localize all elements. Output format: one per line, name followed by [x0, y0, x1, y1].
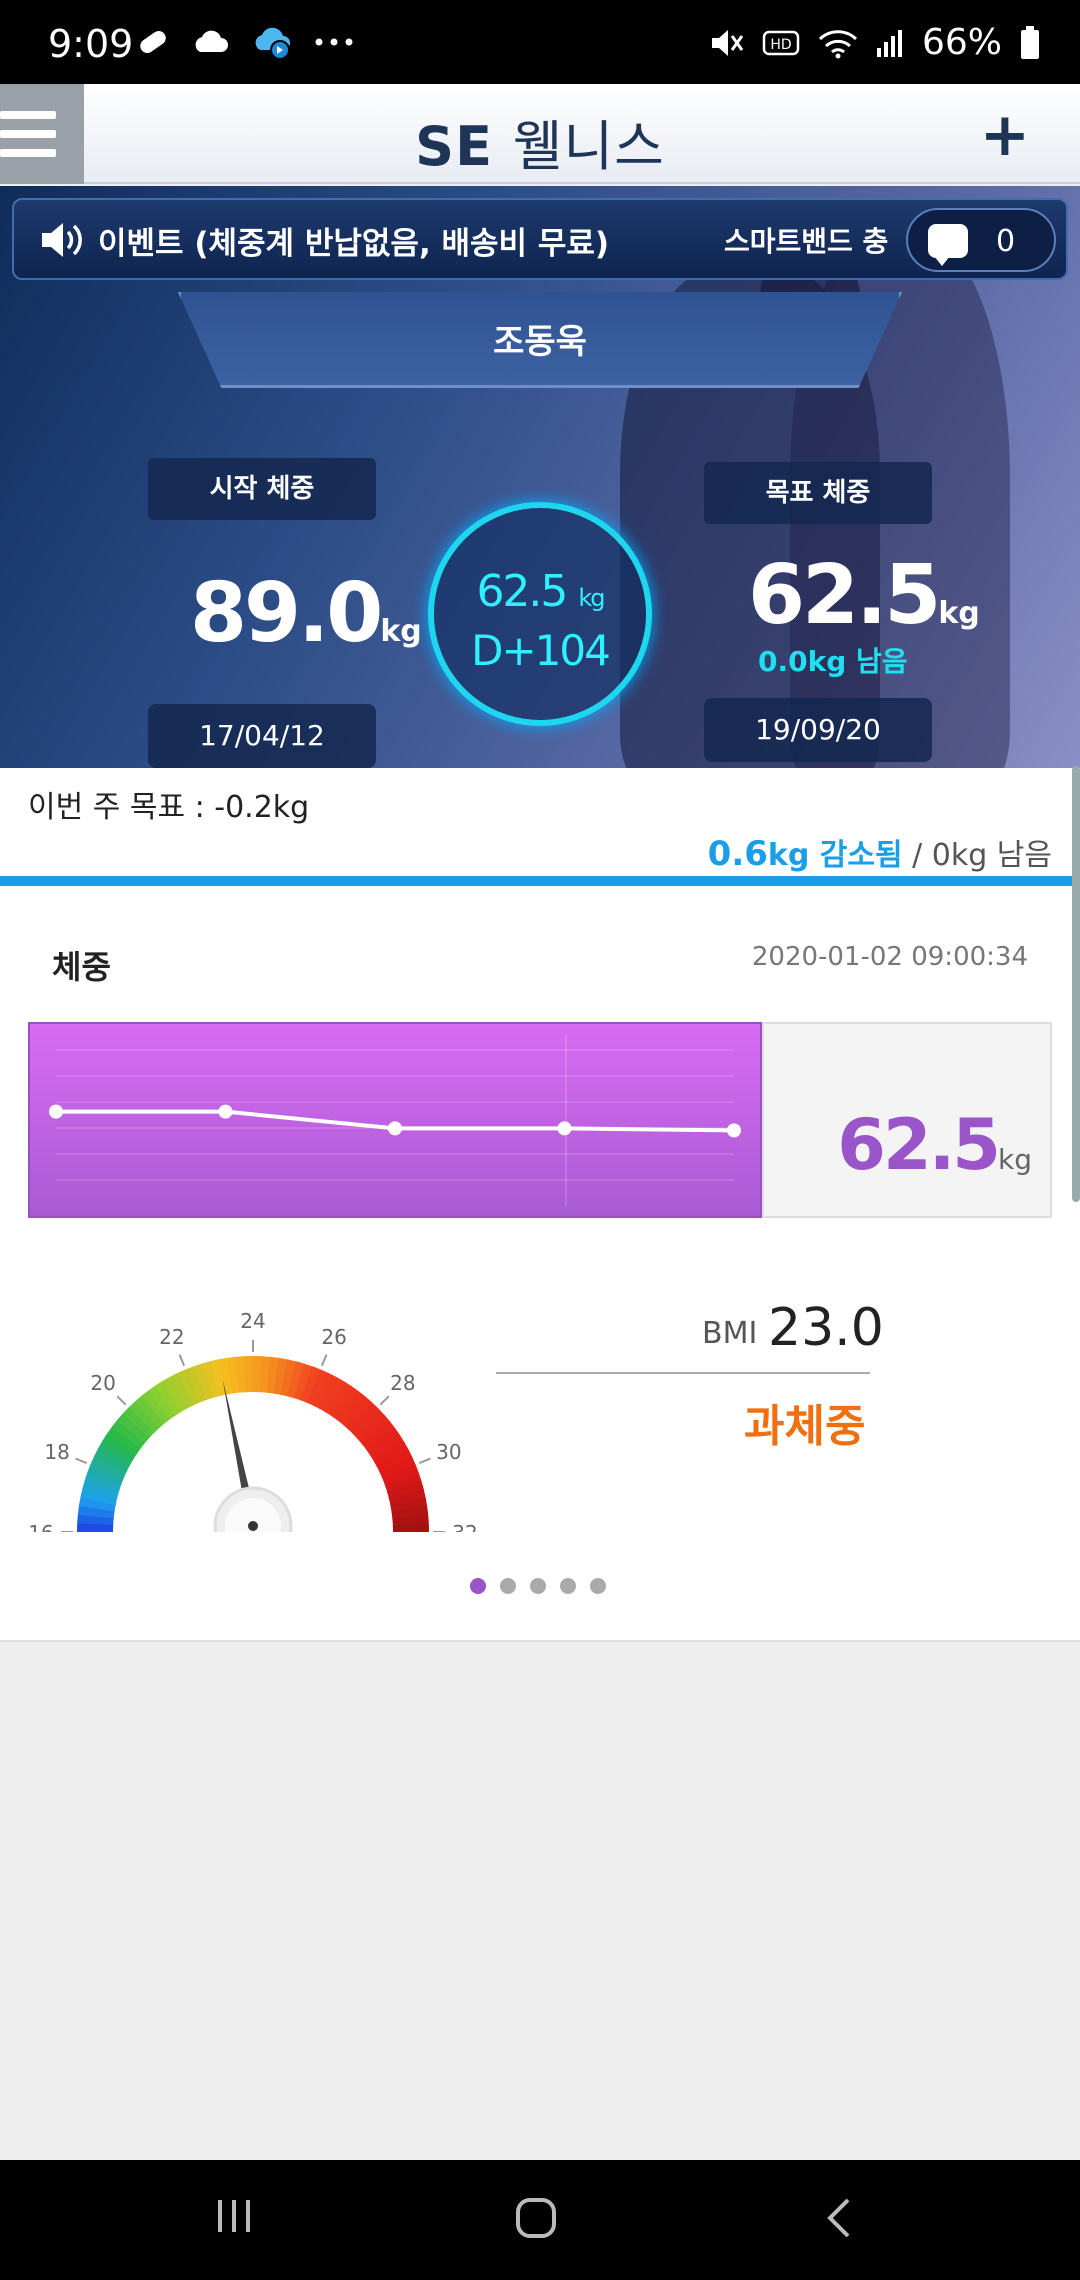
navigation-bar: [0, 2160, 1080, 2280]
start-weight-unit: kg: [380, 614, 422, 649]
goal-weight-unit: kg: [938, 596, 980, 631]
pill-icon: [140, 30, 166, 54]
gauge-tick-label: 30: [436, 1440, 461, 1464]
weekly-progress-bar: [0, 876, 1080, 886]
cloud-icon: [195, 30, 228, 52]
current-weight-number: 62.5: [476, 566, 568, 617]
gauge-tick-label: 18: [44, 1440, 69, 1464]
weight-summary-hero: 이벤트 (체중계 반납없음, 배송비 무료) 스마트밴드 충 0 조동욱 시작 …: [0, 186, 1080, 768]
page-dot[interactable]: [590, 1578, 606, 1594]
current-weight: 62.5 kg: [434, 566, 646, 617]
weight-trend-chart: [28, 1022, 762, 1218]
gauge-tick-label: 20: [90, 1371, 115, 1395]
current-weight-unit: kg: [578, 584, 605, 612]
weight-number: 62.5: [837, 1104, 1001, 1186]
start-weight-number: 89.0: [190, 566, 383, 661]
app-title: SE 웰니스: [0, 102, 1080, 181]
hd-icon: HD: [762, 30, 800, 55]
trend-point: [49, 1104, 63, 1119]
card-title: 체중: [52, 948, 111, 986]
weekly-lost-text: kg 감소됨: [767, 838, 903, 873]
signal-icon: [876, 29, 902, 57]
mute-icon: [711, 29, 744, 56]
bmi-label: BMI: [702, 1316, 758, 1351]
add-button[interactable]: +: [980, 100, 1030, 170]
bmi-divider: [496, 1372, 870, 1374]
gauge-hub-dot: [248, 1521, 258, 1531]
start-weight-label: 시작 체중: [148, 458, 376, 520]
gauge-tick-label: 26: [321, 1325, 346, 1349]
card-timestamp: 2020-01-02 09:00:34: [751, 942, 1028, 972]
weight-value-box: 62.5kg: [762, 1022, 1052, 1218]
gauge-tick-label: 22: [159, 1325, 184, 1349]
gauge-tick-label: 24: [240, 1309, 265, 1333]
gauge-tick-label: 16: [28, 1521, 53, 1532]
weight-unit: kg: [998, 1143, 1032, 1176]
current-weight-ring: 62.5 kg D+104: [428, 502, 652, 726]
gauge-tick-label: 28: [390, 1371, 415, 1395]
gauge-tick-label: 32: [452, 1521, 477, 1532]
trend-point: [218, 1104, 233, 1119]
battery-icon: [1021, 25, 1039, 59]
status-time: 9:09: [48, 22, 134, 66]
speaker-icon: [42, 223, 82, 257]
page-dot[interactable]: [500, 1578, 516, 1594]
goal-remaining: 0.0kg 남음: [758, 645, 908, 678]
recent-apps-icon[interactable]: [214, 2196, 254, 2236]
user-name: 조동욱: [493, 322, 587, 362]
weekly-goal-section: 이번 주 목표 : -0.2kg 0.6kg 감소됨 / 0kg 남음: [0, 768, 1080, 878]
goal-date: 19/09/20: [704, 698, 932, 762]
trend-point: [557, 1121, 572, 1136]
ticker-text: 이벤트 (체중계 반납없음, 배송비 무료): [98, 226, 610, 262]
trend-point: [727, 1123, 741, 1138]
goal-weight-value: 62.5kg: [748, 548, 980, 643]
weekly-goal-text: 이번 주 목표 : -0.2kg: [28, 790, 310, 825]
chat-count: 0: [996, 224, 1016, 259]
trend-point: [388, 1121, 402, 1136]
status-bar: 9:09 HD 66%: [0, 0, 1080, 84]
gauge-tick: [320, 1354, 328, 1367]
goal-weight-label: 목표 체중: [704, 462, 932, 524]
ticker-text-next: 스마트밴드 충: [724, 225, 889, 258]
weekly-lost-number: 0.6: [707, 834, 768, 874]
svg-text:HD: HD: [770, 37, 791, 53]
bmi-status: 과체중: [744, 1401, 866, 1452]
battery-percent: 66%: [921, 22, 1002, 63]
app-header: SE 웰니스 +: [0, 84, 1080, 184]
page-dot[interactable]: [530, 1578, 546, 1594]
page-indicator[interactable]: [470, 1578, 606, 1594]
weekly-progress: 0.6kg 감소됨 / 0kg 남음: [708, 830, 1052, 874]
page-dot[interactable]: [560, 1578, 576, 1594]
weight-value: 62.5kg: [837, 1104, 1032, 1186]
start-weight-value: 89.0kg: [190, 566, 422, 661]
chat-button[interactable]: 0: [906, 208, 1056, 272]
app-title-prefix: SE: [415, 115, 493, 178]
weight-card[interactable]: 체중 2020-01-02 09:00:34 62.5kg 16 18 20 22 24…: [0, 886, 1080, 1642]
home-icon[interactable]: [514, 2196, 558, 2240]
gauge-tick: [178, 1354, 186, 1367]
user-name-tab: 조동욱: [178, 292, 902, 388]
event-ticker[interactable]: 이벤트 (체중계 반납없음, 배송비 무료) 스마트밴드 충 0: [12, 198, 1068, 280]
app-title-suffix: 웰니스: [512, 115, 665, 178]
bmi-value: 23.0: [768, 1298, 884, 1358]
status-icons-left: [136, 24, 354, 60]
cloud-sync-icon: [255, 27, 290, 60]
chat-bubble-icon: [928, 224, 968, 266]
gauge-tick: [418, 1457, 431, 1465]
back-icon[interactable]: [824, 2196, 854, 2240]
more-icon: [315, 38, 353, 46]
scrollbar[interactable]: [1072, 766, 1080, 1202]
gauge-tick: [116, 1395, 127, 1406]
bmi-gauge: 16 18 20 22 24 26 28 30 32: [28, 1309, 478, 1532]
gauge-tick: [379, 1395, 390, 1406]
weekly-remaining: / 0kg 남음: [912, 838, 1052, 873]
status-icons-right: HD 66%: [710, 22, 1040, 63]
page-dot[interactable]: [470, 1578, 486, 1594]
goal-weight-number: 62.5: [748, 548, 941, 643]
trend-svg: [49, 1034, 741, 1206]
start-date: 17/04/12: [148, 704, 376, 768]
gauge-tick: [75, 1457, 88, 1465]
wifi-icon: [818, 29, 858, 58]
day-count: D+104: [471, 626, 611, 675]
